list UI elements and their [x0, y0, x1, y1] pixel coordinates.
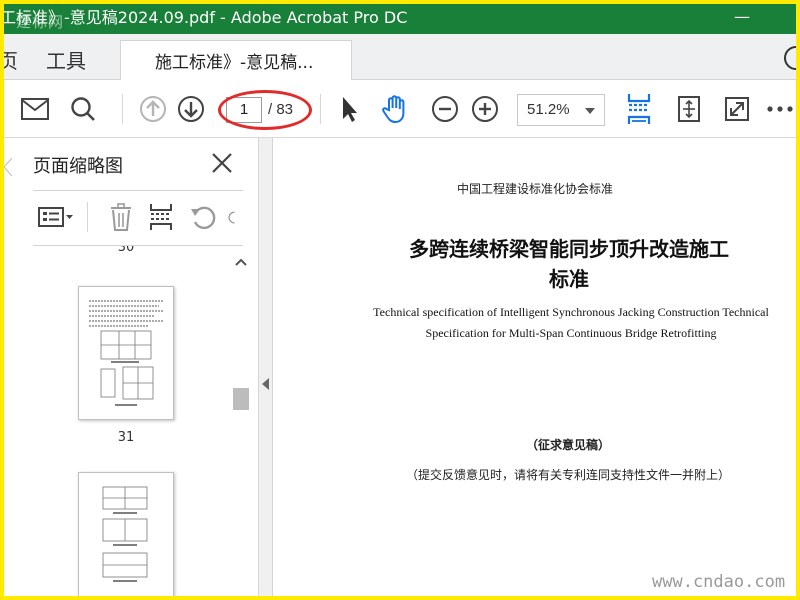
panel-title: 页面缩略图 [33, 156, 123, 177]
title-bar: 工标准》-意见稿2024.09.pdf - Adobe Acrobat Pro … [4, 4, 796, 34]
submission-note: （提交反馈意见时，请将有关专利连同支持性文件一并附上） [405, 468, 730, 482]
document-organization: 中国工程建设标准化协会标准 [456, 182, 613, 196]
english-title-line: Technical specification of Intelligent S… [373, 305, 769, 319]
previous-page-button[interactable] [138, 94, 168, 124]
arrow-up-circle-icon [140, 96, 166, 122]
envelope-icon [21, 98, 49, 120]
thumbnail-label: 30 [117, 246, 135, 255]
full-screen-button[interactable] [722, 94, 752, 124]
cursor-arrow-icon [343, 97, 357, 122]
fit-width-icon [627, 94, 651, 124]
thumbnail-page-32[interactable] [78, 472, 174, 596]
toolbar-separator [122, 94, 123, 124]
document-view[interactable]: 中国工程建设标准化协会标准 多跨连续桥梁智能同步顶升改造施工 标准 Techni… [274, 138, 796, 596]
red-annotation-ellipse [218, 90, 312, 130]
help-icon[interactable] [784, 46, 796, 70]
thumbnail-preview-icon [89, 300, 163, 406]
minimize-button[interactable]: — [734, 5, 750, 29]
zoom-in-button[interactable] [470, 94, 500, 124]
document-title: 多跨连续桥梁智能同步顶升改造施工 标准 [369, 234, 769, 294]
hand-tool-button[interactable] [380, 94, 410, 124]
watermark-text: 建标网 [16, 13, 65, 31]
scroll-up-icon[interactable] [232, 256, 250, 268]
arrow-down-circle-icon [178, 96, 204, 122]
zoom-dropdown[interactable]: 51.2% [517, 94, 605, 126]
more-tools-button[interactable] [766, 94, 796, 124]
fit-page-button[interactable] [674, 94, 704, 124]
panel-divider [33, 190, 243, 191]
thumbnail-preview-icon [102, 486, 148, 582]
panel-splitter[interactable] [259, 138, 273, 596]
zoom-value: 51.2% [527, 101, 570, 118]
fit-page-icon [678, 96, 700, 122]
trash-icon [111, 203, 131, 231]
next-page-button[interactable] [176, 94, 206, 124]
rotate-cw-icon [228, 211, 235, 224]
search-icon [71, 97, 95, 121]
collapse-left-icon[interactable] [262, 378, 269, 390]
options-list-icon [38, 207, 73, 227]
insert-page-button[interactable] [146, 202, 176, 232]
toolbar-separator [320, 94, 321, 124]
expand-icon [725, 97, 749, 121]
rotate-page-button[interactable] [188, 202, 218, 232]
thumbnail-page-31[interactable] [78, 286, 174, 420]
search-button[interactable] [68, 94, 98, 124]
draft-label: （征求意见稿） [525, 438, 610, 452]
app-window: 工标准》-意见稿2024.09.pdf - Adobe Acrobat Pro … [4, 4, 796, 596]
document-title-line: 标准 [549, 267, 589, 291]
fit-width-button[interactable] [624, 94, 654, 124]
plus-circle-icon [472, 96, 498, 122]
site-watermark: www.cndao.com [652, 572, 786, 592]
rotate-ccw-icon [191, 206, 216, 230]
select-tool-button[interactable] [334, 94, 364, 124]
english-title-line: Specification for Multi-Span Continuous … [425, 326, 717, 340]
thumbnail-scrollbar[interactable] [232, 254, 250, 596]
panel-tool-separator [87, 202, 88, 232]
thumbnail-label: 31 [117, 430, 135, 445]
tab-tools[interactable]: 工具 [46, 45, 86, 74]
zoom-out-button[interactable] [430, 94, 460, 124]
hand-icon [382, 95, 405, 124]
delete-page-button[interactable] [106, 202, 136, 232]
rotate-page-cw-button[interactable] [228, 202, 242, 232]
more-icon [767, 106, 793, 112]
panel-pointer-icon [4, 158, 13, 176]
minus-circle-icon [432, 96, 458, 122]
tab-document-label: 施工标准》-意见稿... [155, 53, 314, 73]
scroll-thumb[interactable] [233, 388, 249, 410]
document-title-line: 多跨连续桥梁智能同步顶升改造施工 [409, 237, 729, 261]
thumbnail-list: 30 31 [4, 246, 229, 596]
window-title: 工标准》-意见稿2024.09.pdf - Adobe Acrobat Pro … [4, 8, 408, 27]
thumbnail-panel: 页面缩略图 30 31 [4, 138, 259, 596]
close-icon[interactable] [210, 151, 234, 175]
tab-home[interactable]: 页 [4, 45, 18, 74]
thumbnail-options-button[interactable] [35, 202, 77, 232]
toolbar: 1 / 83 51.2% [4, 80, 796, 138]
email-button[interactable] [20, 94, 50, 124]
chevron-down-icon [585, 108, 595, 114]
insert-page-icon [150, 204, 172, 230]
document-english-title: Technical specification of Intelligent S… [358, 302, 784, 344]
tab-bar: 页 工具 施工标准》-意见稿... [4, 34, 796, 81]
tab-document[interactable]: 施工标准》-意见稿... [120, 40, 352, 81]
